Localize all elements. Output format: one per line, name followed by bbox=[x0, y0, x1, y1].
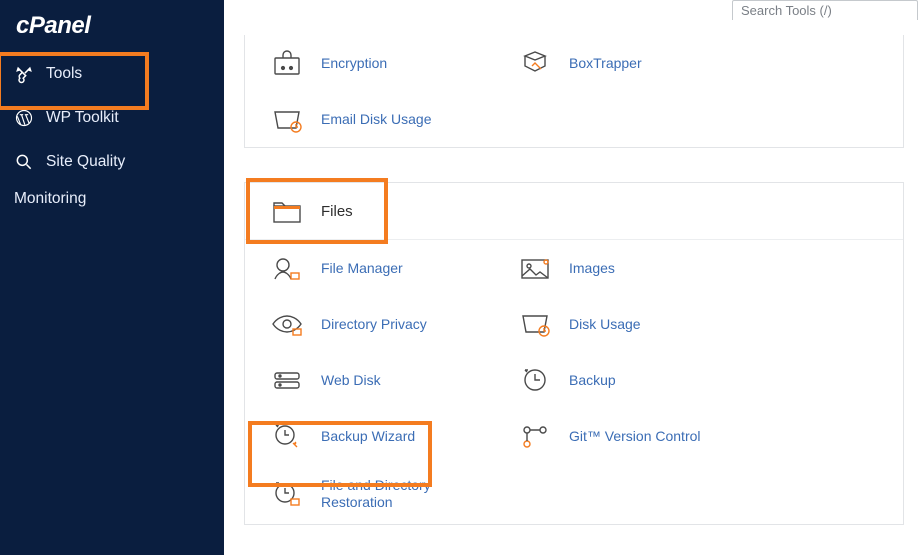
label-disk-usage: Disk Usage bbox=[569, 316, 641, 332]
item-disk-usage[interactable]: Disk Usage bbox=[493, 296, 741, 352]
label-boxtrapper: BoxTrapper bbox=[569, 55, 642, 71]
item-images[interactable]: Images bbox=[493, 240, 741, 296]
item-file-manager[interactable]: File Manager bbox=[245, 240, 493, 296]
sidebar-label-wp: WP Toolkit bbox=[46, 109, 119, 127]
label-backup-wizard: Backup Wizard bbox=[321, 428, 415, 444]
label-file-manager: File Manager bbox=[321, 260, 403, 276]
label-dir-privacy: Directory Privacy bbox=[321, 316, 427, 332]
brand-text: cPanel bbox=[16, 12, 90, 39]
disk-clock-icon bbox=[267, 104, 307, 134]
sidebar-item-monitoring[interactable]: Monitoring bbox=[0, 184, 224, 220]
sidebar-nav: Tools WP Toolkit Site Quality Monitoring bbox=[0, 50, 224, 220]
brand-logo: cPanel bbox=[0, 0, 224, 50]
label-backup: Backup bbox=[569, 372, 616, 388]
item-file-restore[interactable]: File and Directory Restoration bbox=[245, 464, 493, 524]
search-placeholder: Search Tools (/) bbox=[741, 3, 832, 18]
label-git: Git™ Version Control bbox=[569, 428, 701, 444]
item-backup[interactable]: Backup bbox=[493, 352, 741, 408]
wordpress-icon bbox=[14, 108, 34, 128]
directory-privacy-icon bbox=[267, 309, 307, 339]
file-manager-icon bbox=[267, 253, 307, 283]
sidebar-label-monitoring: Monitoring bbox=[14, 190, 86, 208]
item-encryption[interactable]: Encryption bbox=[245, 35, 493, 91]
encryption-icon bbox=[267, 48, 307, 78]
disk-usage-icon bbox=[515, 309, 555, 339]
tools-icon bbox=[14, 64, 34, 84]
section-heading-files[interactable]: Files bbox=[245, 183, 493, 239]
item-backup-wizard[interactable]: Backup Wizard bbox=[245, 408, 493, 464]
sidebar-label-tools: Tools bbox=[46, 65, 82, 83]
sidebar: cPanel Tools WP Toolkit Site Quality Mon… bbox=[0, 0, 224, 555]
label-web-disk: Web Disk bbox=[321, 372, 381, 388]
images-icon bbox=[515, 253, 555, 283]
git-icon bbox=[515, 421, 555, 451]
label-encryption: Encryption bbox=[321, 55, 387, 71]
folder-icon bbox=[267, 196, 307, 226]
item-email-disk-usage[interactable]: Email Disk Usage bbox=[245, 91, 493, 147]
label-file-restore: File and Directory Restoration bbox=[321, 477, 441, 511]
sidebar-item-tools[interactable]: Tools bbox=[0, 52, 224, 96]
backup-icon bbox=[515, 365, 555, 395]
sidebar-item-site-quality[interactable]: Site Quality bbox=[0, 140, 224, 184]
backup-wizard-icon bbox=[267, 421, 307, 451]
topbar: Search Tools (/) bbox=[224, 0, 922, 22]
item-web-disk[interactable]: Web Disk bbox=[245, 352, 493, 408]
label-email-disk: Email Disk Usage bbox=[321, 111, 431, 127]
boxtrapper-icon bbox=[515, 48, 555, 78]
panel-files: Files File Manager Images Directory Priv… bbox=[244, 182, 904, 525]
heading-label-files: Files bbox=[321, 203, 353, 220]
search-input[interactable]: Search Tools (/) bbox=[732, 0, 918, 20]
item-git[interactable]: Git™ Version Control bbox=[493, 408, 741, 464]
sidebar-label-sitequality: Site Quality bbox=[46, 153, 125, 171]
panel-email-tail: Encryption BoxTrapper Email Disk Usage bbox=[244, 35, 904, 148]
magnify-icon bbox=[14, 152, 34, 172]
restore-icon bbox=[267, 479, 307, 509]
sidebar-item-wp-toolkit[interactable]: WP Toolkit bbox=[0, 96, 224, 140]
item-boxtrapper[interactable]: BoxTrapper bbox=[493, 35, 741, 91]
web-disk-icon bbox=[267, 365, 307, 395]
label-images: Images bbox=[569, 260, 615, 276]
item-directory-privacy[interactable]: Directory Privacy bbox=[245, 296, 493, 352]
